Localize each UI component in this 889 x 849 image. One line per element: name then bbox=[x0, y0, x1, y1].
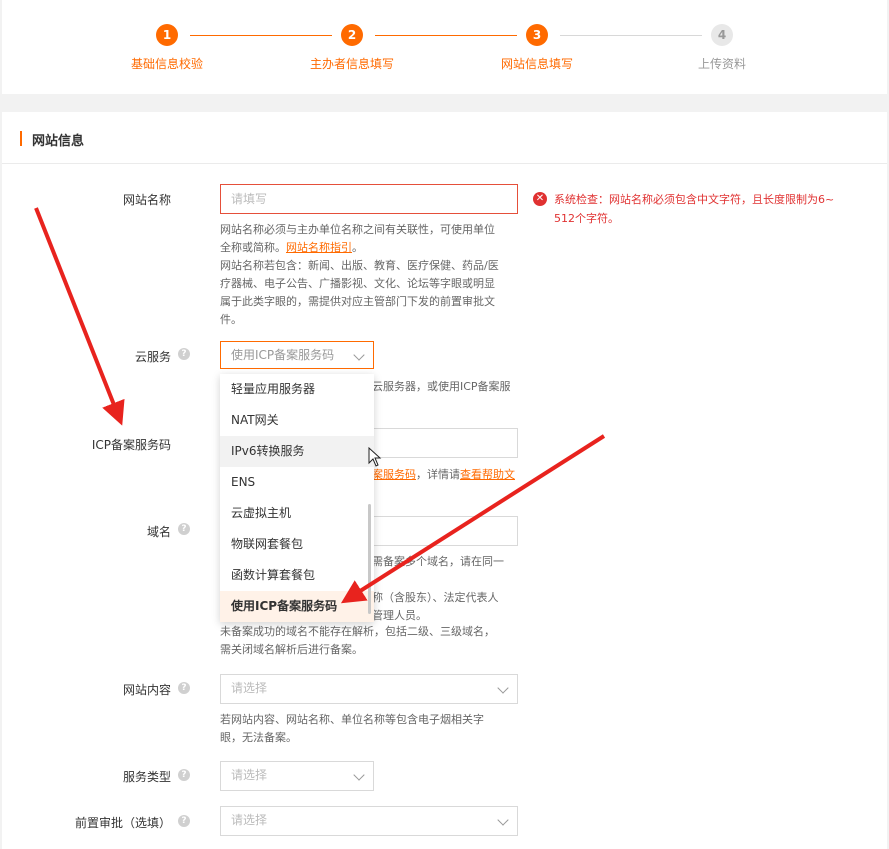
arrow-to-icp-option bbox=[340, 434, 606, 604]
arrow-to-icp-label bbox=[34, 207, 125, 426]
annotation-arrows bbox=[34, 207, 606, 604]
